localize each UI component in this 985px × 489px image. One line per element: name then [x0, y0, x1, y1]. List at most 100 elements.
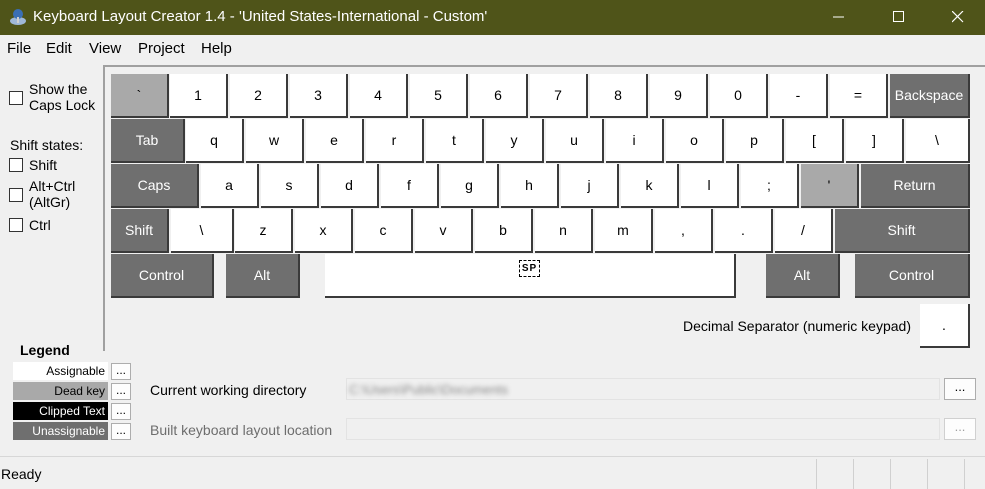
key-s[interactable]: s: [261, 164, 319, 208]
menu-view[interactable]: View: [89, 40, 121, 57]
key-backspace[interactable]: Backspace: [890, 74, 970, 118]
key-q[interactable]: q: [186, 119, 244, 163]
key-a[interactable]: a: [201, 164, 259, 208]
key-x[interactable]: x: [295, 209, 353, 253]
status-bar: Ready: [0, 456, 985, 489]
status-divider: [853, 459, 854, 489]
menu-edit[interactable]: Edit: [46, 40, 72, 57]
key-n[interactable]: n: [535, 209, 593, 253]
altgr-checkbox[interactable]: [9, 188, 23, 202]
cwd-field[interactable]: C:\Users\Public\Documents: [346, 378, 940, 400]
status-divider: [927, 459, 928, 489]
ctrl-label: Ctrl: [29, 217, 51, 233]
cwd-browse-button[interactable]: ...: [944, 378, 976, 400]
key-1[interactable]: 1: [170, 74, 228, 118]
minimize-icon: [833, 16, 844, 18]
key-7[interactable]: 7: [530, 74, 588, 118]
caps-lock-label-line1: Show the: [29, 81, 88, 97]
key-f[interactable]: f: [381, 164, 439, 208]
key-w[interactable]: w: [246, 119, 304, 163]
key-3[interactable]: 3: [290, 74, 348, 118]
menu-project[interactable]: Project: [138, 40, 185, 57]
key-6[interactable]: 6: [470, 74, 528, 118]
key-control[interactable]: Control: [855, 254, 970, 298]
close-button[interactable]: [935, 0, 981, 35]
key-b[interactable]: b: [475, 209, 533, 253]
shift-checkbox[interactable]: [9, 158, 23, 172]
key-u[interactable]: u: [546, 119, 604, 163]
key-sym1-13[interactable]: \: [906, 119, 970, 163]
key-o[interactable]: o: [666, 119, 724, 163]
key-t[interactable]: t: [426, 119, 484, 163]
key-5[interactable]: 5: [410, 74, 468, 118]
key-sym3-11[interactable]: /: [775, 209, 833, 253]
key-caps[interactable]: Caps: [111, 164, 199, 208]
key-sym1-11[interactable]: [: [786, 119, 844, 163]
key-sym2-10[interactable]: ;: [741, 164, 799, 208]
key-j[interactable]: j: [561, 164, 619, 208]
key-sym2-11[interactable]: ': [801, 164, 859, 208]
key-m[interactable]: m: [595, 209, 653, 253]
key-r[interactable]: r: [366, 119, 424, 163]
key-9[interactable]: 9: [650, 74, 708, 118]
key-4[interactable]: 4: [350, 74, 408, 118]
window-title: Keyboard Layout Creator 1.4 - 'United St…: [33, 8, 488, 25]
key-control[interactable]: Control: [111, 254, 214, 298]
caps-lock-checkbox[interactable]: [9, 91, 23, 105]
key-y[interactable]: y: [486, 119, 544, 163]
maximize-button[interactable]: [876, 0, 922, 35]
altgr-label-line2: (AltGr): [29, 194, 71, 210]
key-d[interactable]: d: [321, 164, 379, 208]
legend-color-button[interactable]: ...: [111, 383, 131, 400]
key-sym3-9[interactable]: ,: [655, 209, 713, 253]
key-v[interactable]: v: [415, 209, 473, 253]
key-2[interactable]: 2: [230, 74, 288, 118]
key-alt[interactable]: Alt: [766, 254, 840, 298]
key-shift[interactable]: Shift: [111, 209, 169, 253]
cwd-label: Current working directory: [150, 382, 307, 398]
key-sym3-10[interactable]: .: [715, 209, 773, 253]
key-sym0-11[interactable]: -: [770, 74, 828, 118]
key-sp[interactable]: SP: [325, 254, 736, 298]
key-sym1-12[interactable]: ]: [846, 119, 904, 163]
key-return[interactable]: Return: [861, 164, 970, 208]
legend-color-button[interactable]: ...: [111, 363, 131, 380]
key-tab[interactable]: Tab: [111, 119, 185, 163]
status-divider: [816, 459, 817, 489]
app-icon[interactable]: [8, 7, 28, 27]
key-l[interactable]: l: [681, 164, 739, 208]
minimize-button[interactable]: [816, 0, 862, 35]
key-8[interactable]: 8: [590, 74, 648, 118]
decimal-separator-label: Decimal Separator (numeric keypad): [683, 318, 911, 334]
ctrl-checkbox[interactable]: [9, 218, 23, 232]
key-g[interactable]: g: [441, 164, 499, 208]
legend-color-button[interactable]: ...: [111, 403, 131, 420]
key-p[interactable]: p: [726, 119, 784, 163]
build-location-field: [346, 418, 940, 440]
key-shift[interactable]: Shift: [835, 209, 970, 253]
key-z[interactable]: z: [235, 209, 293, 253]
build-location-label: Built keyboard layout location: [150, 422, 333, 438]
menu-file[interactable]: File: [7, 40, 31, 57]
shift-states-title: Shift states:: [10, 137, 84, 153]
key-sym0-12[interactable]: =: [830, 74, 888, 118]
key-sym0-0[interactable]: `: [111, 74, 169, 118]
status-divider: [964, 459, 965, 489]
legend-title: Legend: [20, 342, 70, 358]
decimal-separator-key[interactable]: .: [920, 304, 970, 348]
legend-color-button[interactable]: ...: [111, 423, 131, 440]
key-e[interactable]: e: [306, 119, 364, 163]
key-sym3-1[interactable]: \: [171, 209, 234, 253]
key-c[interactable]: c: [355, 209, 413, 253]
close-icon: [952, 11, 964, 23]
menu-help[interactable]: Help: [201, 40, 232, 57]
key-h[interactable]: h: [501, 164, 559, 208]
key-alt[interactable]: Alt: [226, 254, 300, 298]
key-i[interactable]: i: [606, 119, 664, 163]
shift-label: Shift: [29, 157, 58, 173]
key-k[interactable]: k: [621, 164, 679, 208]
space-key-label: SP: [518, 260, 541, 277]
legend-unassignable: Unassignable: [13, 422, 108, 440]
status-divider: [890, 459, 891, 489]
key-0[interactable]: 0: [710, 74, 768, 118]
